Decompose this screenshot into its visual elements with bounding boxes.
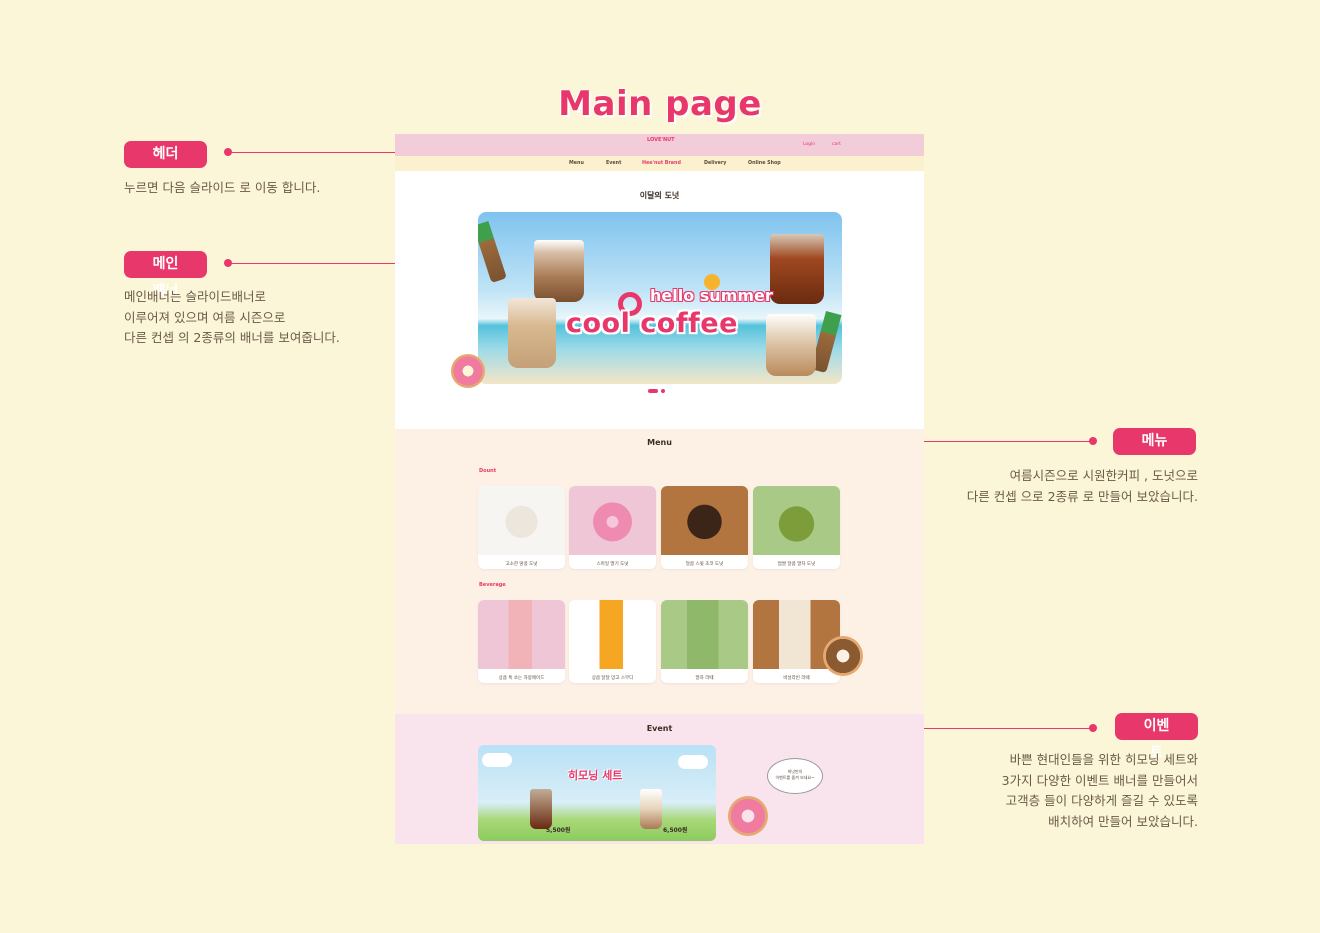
donut-mascot-event <box>728 796 768 836</box>
event-annotation-dot <box>1089 724 1097 732</box>
banner-page-dot-2[interactable] <box>661 389 665 393</box>
menu-annotation-label: 메뉴 <box>1113 428 1196 455</box>
donut-mascot-menu <box>823 636 863 676</box>
banner-page-dot-1[interactable] <box>648 389 658 393</box>
donut-name-1: 고소한 땅콩 도넛 <box>505 562 538 567</box>
event-price-1: 5,500원 <box>546 827 571 834</box>
donut-card-2[interactable]: 스마일 딸기 도넛 <box>569 486 656 569</box>
banner-headline-2: cool coffee <box>566 308 738 339</box>
header-annotation-label: 헤더 <box>124 141 207 168</box>
nav-brand[interactable]: Hee'nut Brand <box>642 161 681 166</box>
donut-card-1[interactable]: 고소한 땅콩 도넛 <box>478 486 565 569</box>
donut-category-label: Dount <box>479 468 497 474</box>
beverage-card-4[interactable]: 바닐라빈 라떼 <box>753 600 840 683</box>
site-logo[interactable]: LOVE'NUT <box>647 137 675 153</box>
event-speech-bubble: 희넛만의 이벤트를 즐겨 보세요~ <box>767 758 823 794</box>
event-banner-title: 히모닝 세트 <box>568 769 623 782</box>
banner-annotation-desc: 메인배너는 슬라이드배너로 이루어져 있으며 여름 시즌으로 다른 컨셉 의 2… <box>124 289 340 345</box>
beverage-card-1[interactable]: 상큼 톡 쏘는 자몽에이드 <box>478 600 565 683</box>
cloud-left <box>482 753 512 767</box>
menu-annotation-desc: 여름시즌으로 시원한커피 , 도넛으로 다른 컨셉 으로 2종류 로 만들어 보… <box>966 468 1198 504</box>
event-annotation-line <box>924 728 1090 729</box>
beverage-card-3[interactable]: 말차 라떼 <box>661 600 748 683</box>
cloud-right <box>678 755 708 769</box>
donut-image-3 <box>661 486 748 555</box>
event-cup-2 <box>640 789 662 829</box>
event-annotation-desc: 바쁜 현대인들을 위한 히모닝 세트와 3가지 다양한 이벤트 배너를 만들어서… <box>1001 752 1198 829</box>
nav-online-shop[interactable]: Online Shop <box>748 161 781 166</box>
beverage-category-label: Beverage <box>479 582 506 588</box>
beverage-name-4: 바닐라빈 라떼 <box>783 676 810 681</box>
donut-mascot-banner <box>451 354 485 388</box>
beverage-image-1 <box>478 600 565 669</box>
menu-annotation-line <box>924 441 1090 442</box>
nav-event[interactable]: Event <box>606 161 621 166</box>
donut-image-4 <box>753 486 840 555</box>
beverage-card-2[interactable]: 상큼 달달 망고 스무디 <box>569 600 656 683</box>
beverage-image-3 <box>661 600 748 669</box>
menu-annotation-dot <box>1089 437 1097 445</box>
beverage-name-3: 말차 라떼 <box>695 676 714 681</box>
login-link[interactable]: Login <box>803 142 815 147</box>
donut-name-3: 달콤 스윗 초코 도넛 <box>685 562 724 567</box>
coffee-cup-4 <box>766 314 816 376</box>
beverage-name-2: 상큼 달달 망고 스무디 <box>591 676 634 681</box>
donut-image-2 <box>569 486 656 555</box>
banner-annotation-label: 메인배너 <box>124 251 207 299</box>
nav-delivery[interactable]: Delivery <box>704 161 726 166</box>
coffee-cup-1 <box>534 240 584 302</box>
banner-pagination[interactable] <box>648 389 665 393</box>
header-annotation-desc: 누르면 다음 슬라이드 로 이동 합니다. <box>124 180 321 195</box>
menu-section-title: Menu <box>647 438 672 447</box>
site-nav: Menu Event Hee'nut Brand Delivery Online… <box>395 156 924 171</box>
donut-card-4[interactable]: 쌉쌀 달콤 말차 도넛 <box>753 486 840 569</box>
donut-image-1 <box>478 486 565 555</box>
donut-name-2: 스마일 딸기 도넛 <box>596 562 629 567</box>
donut-card-3[interactable]: 달콤 스윗 초코 도넛 <box>661 486 748 569</box>
beverage-image-2 <box>569 600 656 669</box>
event-section: Event 히모닝 세트 5,500원 6,500원 희넛만의 이벤트를 즐겨 … <box>395 714 924 844</box>
coffee-cup-3 <box>770 234 824 304</box>
donut-name-4: 쌉쌀 달콤 말차 도넛 <box>777 562 816 567</box>
event-annotation-label: 이벤트 <box>1115 713 1198 761</box>
coffee-cup-2 <box>508 298 556 368</box>
beverage-name-1: 상큼 톡 쏘는 자몽에이드 <box>498 676 545 681</box>
event-banner[interactable]: 히모닝 세트 5,500원 6,500원 <box>478 745 716 841</box>
header-annotation-line <box>230 152 396 153</box>
banner-section-title: 이달의 도넛 <box>639 191 680 200</box>
event-cup-1 <box>530 789 552 829</box>
menu-section: Menu Dount 고소한 땅콩 도넛 스마일 딸기 도넛 달콤 스윗 초코 … <box>395 429 924 714</box>
banner-headline-1: hello summer <box>650 286 773 305</box>
site-mockup: LOVE'NUT Login cart Menu Event Hee'nut B… <box>395 134 924 844</box>
nav-menu[interactable]: Menu <box>569 161 584 166</box>
event-section-title: Event <box>646 724 673 733</box>
cart-link[interactable]: cart <box>832 142 841 147</box>
banner-annotation-line <box>230 263 396 264</box>
palm-left <box>478 220 507 284</box>
page-title: Main page <box>558 84 762 124</box>
main-banner[interactable]: hello summer cool coffee <box>478 212 842 384</box>
site-header: LOVE'NUT Login cart <box>395 134 924 156</box>
event-price-2: 6,500원 <box>663 827 688 834</box>
